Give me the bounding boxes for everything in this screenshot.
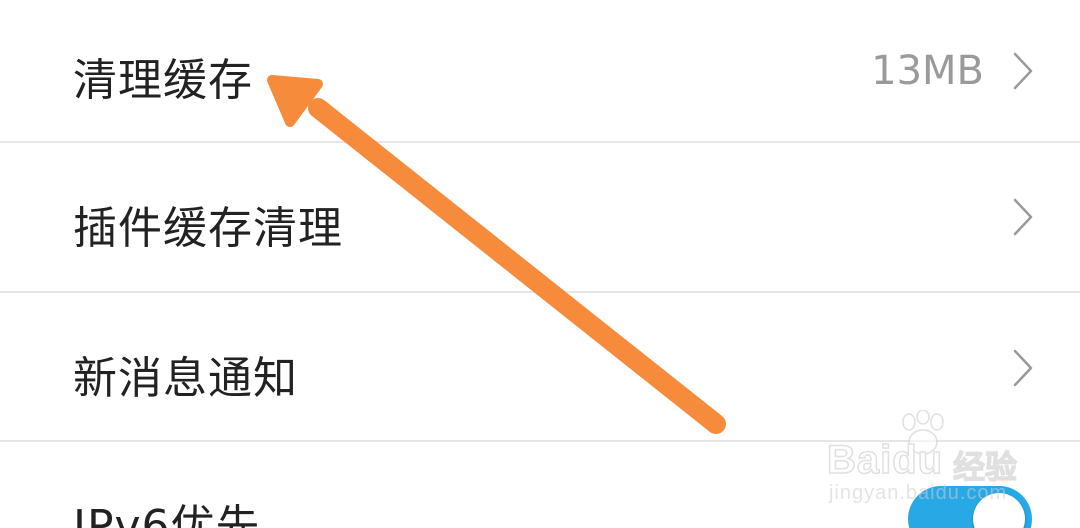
- settings-item-label: IPv6优先: [73, 501, 261, 528]
- settings-item-label: 插件缓存清理: [73, 203, 343, 254]
- settings-screen: 清理缓存 13MB 插件缓存清理 新消息通知 IPv6优先 Baidu 经验 j…: [0, 0, 1080, 528]
- settings-item-clear-cache[interactable]: 清理缓存 13MB: [0, 0, 1080, 143]
- cache-size-value: 13MB: [871, 48, 984, 94]
- watermark-brand: Baidu: [826, 437, 944, 483]
- chevron-right-icon: [1012, 198, 1034, 236]
- watermark-url: jingyan.baidu.com: [829, 482, 1008, 504]
- settings-item-label: 清理缓存: [73, 55, 253, 106]
- baidu-jingyan-watermark: Baidu 经验 jingyan.baidu.com: [825, 410, 1035, 510]
- chevron-right-icon: [1012, 52, 1034, 90]
- chevron-right-icon: [1012, 349, 1034, 387]
- settings-item-label: 新消息通知: [73, 353, 298, 404]
